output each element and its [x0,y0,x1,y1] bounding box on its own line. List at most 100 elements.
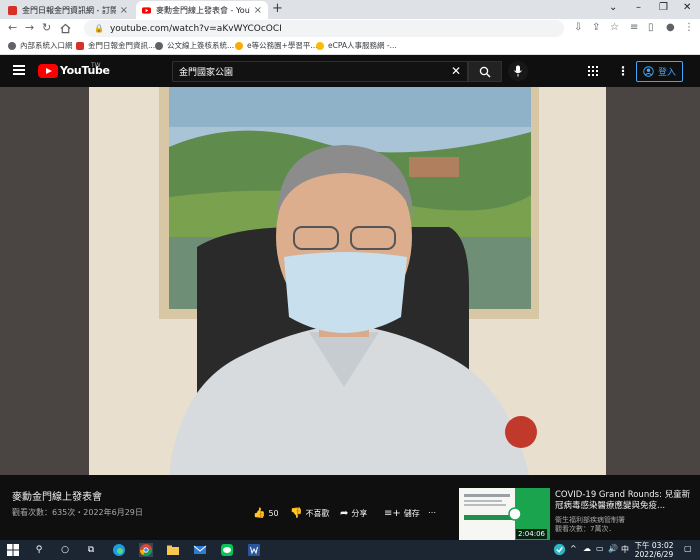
tab-title: 麥勳金門線上發表會 - YouTube [156,5,250,15]
dislike-button[interactable]: 👎 不喜歡 [290,508,329,519]
bookmark-item[interactable]: 金門日報金門資訊... [76,40,155,51]
voice-search-button[interactable] [508,61,528,81]
bookmark-item[interactable]: 內部系統入口網 [8,40,73,51]
shirt-badge [505,416,537,448]
window-close-icon[interactable]: ✕ [683,2,691,13]
clock-date: 2022/6/29 [634,550,674,559]
globe-icon [8,41,16,50]
video-frame[interactable] [89,87,606,475]
dislike-label: 不喜歡 [305,509,330,518]
search-icon [479,66,491,77]
network-icon[interactable]: ▭ [596,544,604,553]
url-text: youtube.com/watch?v=aKvWYCOcOCI [109,23,282,34]
edge-icon[interactable] [112,543,126,557]
show-hidden-icons[interactable]: ^ [570,544,577,553]
reload-icon[interactable]: ↻ [42,21,51,34]
system-clock[interactable]: 下午 03:02 2022/6/29 [632,541,676,559]
youtube-favicon [142,6,151,14]
thumbs-up-icon: 👍 [253,508,266,519]
search-input[interactable]: 金門國家公園 ✕ [172,61,468,82]
word-icon[interactable] [247,543,261,557]
search-icon[interactable]: ⚲ [32,543,46,557]
account-icon [643,66,654,77]
kinmen-daily-favicon [8,5,17,15]
profile-icon[interactable]: ● [666,22,675,33]
sign-in-label: 登入 [657,68,676,78]
share-arrow-icon: ➦ [340,508,349,519]
file-explorer-icon[interactable] [166,543,180,557]
lock-icon[interactable]: 🔒 [94,24,104,33]
search-query: 金門國家公園 [179,68,234,78]
line-app-icon[interactable] [220,543,234,557]
tab-title: 金門日報金門資訊網 - 訂閱電子報 [22,5,116,15]
install-app-icon[interactable]: ⇩ [574,22,582,33]
clear-search-icon[interactable]: ✕ [451,64,461,78]
ime-indicator[interactable]: 中 [621,544,629,555]
forward-icon[interactable]: → [25,21,34,34]
volume-icon[interactable]: 🔊 [608,544,618,553]
restore-icon[interactable]: ❐ [659,2,668,13]
settings-menu-icon[interactable]: ⋮ [617,64,629,78]
face-mask [284,252,407,333]
save-label: 儲存 [403,509,420,518]
more-actions-button[interactable]: ⋯ [428,508,436,517]
bookmark-star-icon[interactable]: ☆ [610,22,619,33]
save-button[interactable]: ≡+ 儲存 [384,508,420,519]
tab-kinmen-daily[interactable]: 金門日報金門資訊網 - 訂閱電子報 × [2,1,134,19]
youtube-header: YouTube TW 金門國家公園 ✕ ⋮ 登入 [0,56,700,87]
minimize-icon[interactable]: – [636,2,641,13]
cloud-icon[interactable]: ☁ [583,544,591,553]
browser-toolbar: ← → ↻ 🔒 youtube.com/watch?v=aKvWYCOcOCI … [0,19,700,38]
share-label: 分享 [351,509,368,518]
bookmark-item[interactable]: eCPA人事服務網 -... [316,40,397,51]
tab-search-icon[interactable]: ⌄ [609,2,617,13]
recommended-thumbnail[interactable]: 2:04:06 [459,488,550,540]
more-actions-label: ⋯ [428,508,436,517]
bookmark-item[interactable]: 公文線上簽核系統... [155,40,234,51]
chrome-icon[interactable] [139,543,153,557]
like-count: 50 [268,509,279,518]
menu-icon[interactable] [13,65,25,75]
painting-houses [409,157,459,177]
video-player[interactable] [0,87,700,475]
address-bar[interactable]: 🔒 youtube.com/watch?v=aKvWYCOcOCI [84,20,564,37]
sign-in-button[interactable]: 登入 [636,61,683,82]
side-panel-icon[interactable]: ▯ [648,22,654,33]
ecpa-favicon [316,41,324,50]
kinmen-daily-favicon [76,41,84,50]
video-info-area: 麥勳金門線上發表會 觀看次數：635次・2022年6月29日 👍 50 👎 不喜… [0,475,700,540]
browser-tab-strip: 金門日報金門資訊網 - 訂閱電子報 × 麥勳金門線上發表會 - YouTube … [0,0,700,19]
microphone-icon [514,65,522,77]
notifications-icon[interactable]: ▢ [684,544,692,553]
bookmarks-bar: 內部系統入口網 金門日報金門資訊... 公文線上簽核系統... e等公務園+學習… [0,38,700,55]
home-icon[interactable] [60,23,71,34]
apps-grid-icon[interactable] [588,66,598,76]
elearn-favicon [235,41,243,50]
cortana-icon[interactable]: ○ [58,543,72,557]
windows-taskbar: ⚲ ○ ⧉ ^ ☁ ▭ 🔊 中 下午 03:02 2022/6/29 ▢ [0,540,700,560]
mail-icon[interactable] [193,543,207,557]
like-button[interactable]: 👍 50 [253,508,279,519]
playlist-add-icon: ≡+ [384,508,401,519]
clock-time: 下午 03:02 [634,541,674,550]
thumbs-down-icon: 👎 [290,508,303,519]
new-tab-button[interactable]: + [272,1,283,16]
video-meta: 觀看次數：635次・2022年6月29日 [12,508,143,517]
close-tab-icon[interactable]: × [120,5,128,16]
back-icon[interactable]: ← [8,21,17,34]
windows-start-icon[interactable] [6,543,20,557]
recommended-title[interactable]: COVID-19 Grand Rounds: 兒童新冠病毒感染醫療應變與免疫..… [555,490,695,512]
youtube-logo-icon[interactable] [38,64,58,78]
reading-list-icon[interactable]: ≡ [630,22,638,33]
bookmark-item[interactable]: e等公務園+學習平... [235,40,318,51]
share-button[interactable]: ➦ 分享 [340,508,367,519]
search-button[interactable] [468,61,502,82]
task-view-icon[interactable]: ⧉ [84,543,98,557]
recommended-views: 觀看次數：7萬次． [555,525,616,533]
chrome-menu-icon[interactable]: ⋮ [684,22,694,33]
tray-app-icon[interactable] [553,543,566,556]
youtube-logo-text[interactable]: YouTube [60,64,110,77]
share-icon[interactable]: ⇪ [592,22,600,33]
tab-youtube-video[interactable]: 麥勳金門線上發表會 - YouTube × [136,1,268,19]
close-tab-icon[interactable]: × [254,5,262,16]
